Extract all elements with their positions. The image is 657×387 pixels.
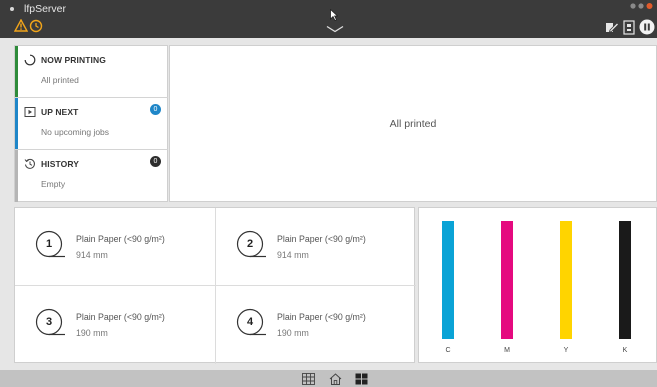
- menu-icon[interactable]: [9, 6, 15, 12]
- ink-label-magenta: M: [504, 347, 510, 354]
- media-panel: 1 Plain Paper (<90 g/m²) 914 mm 2 Plain …: [14, 207, 416, 364]
- slot-paper-name: Plain Paper (<90 g/m²): [76, 312, 165, 322]
- history-item[interactable]: HISTORY Empty 0: [15, 150, 168, 202]
- dashboard-icon[interactable]: [355, 373, 368, 385]
- chevron-down-icon[interactable]: [326, 25, 344, 33]
- media-slot-3[interactable]: 3 Plain Paper (<90 g/m²) 190 mm: [15, 286, 215, 364]
- up-next-status: No upcoming jobs: [41, 127, 110, 137]
- mouse-cursor-icon: [330, 9, 338, 21]
- ink-bar-yellow: [560, 221, 572, 339]
- history-label: HISTORY: [41, 159, 80, 169]
- slot-paper-size: 190 mm: [76, 328, 108, 338]
- history-icon: [24, 158, 35, 169]
- history-count-badge: 0: [150, 156, 161, 167]
- slot-number: 1: [45, 238, 53, 250]
- history-status: Empty: [41, 179, 66, 189]
- pause-icon[interactable]: [639, 19, 655, 35]
- slot-paper-name: Plain Paper (<90 g/m²): [277, 234, 366, 244]
- slot-number: 4: [246, 316, 254, 328]
- now-printing-accent: [15, 46, 18, 97]
- media-slot-1[interactable]: 1 Plain Paper (<90 g/m²) 914 mm: [15, 208, 215, 286]
- up-next-item[interactable]: UP NEXT No upcoming jobs 0: [15, 98, 168, 150]
- ink-panel[interactable]: C M Y K: [418, 207, 657, 363]
- up-next-count-badge: 0: [150, 104, 161, 115]
- edit-icon[interactable]: [604, 20, 619, 35]
- slot-number: 2: [246, 238, 254, 250]
- now-printing-label: NOW PRINTING: [41, 55, 106, 65]
- preview-message: All printed: [389, 118, 437, 130]
- grid-icon[interactable]: [302, 373, 315, 385]
- slot-number: 3: [45, 316, 53, 328]
- ink-bar-magenta: [501, 221, 513, 339]
- job-preview-panel: All printed: [169, 45, 657, 202]
- slot-paper-name: Plain Paper (<90 g/m²): [76, 234, 165, 244]
- media-slot-4[interactable]: 4 Plain Paper (<90 g/m²) 190 mm: [216, 286, 416, 364]
- ink-bar-black: [619, 221, 631, 339]
- ink-bar-cyan: [442, 221, 454, 339]
- window-controls-icon[interactable]: [630, 2, 654, 10]
- job-queue-panel: NOW PRINTING All printed UP NEXT No upco…: [14, 45, 168, 202]
- history-accent: [15, 150, 18, 202]
- home-icon[interactable]: [329, 373, 342, 385]
- media-slot-2[interactable]: 2 Plain Paper (<90 g/m²) 914 mm: [216, 208, 416, 286]
- output-bin-icon[interactable]: [623, 20, 635, 35]
- slot-paper-name: Plain Paper (<90 g/m²): [277, 312, 366, 322]
- slot-paper-size: 914 mm: [76, 250, 108, 260]
- ink-label-cyan: C: [445, 347, 451, 354]
- up-next-label: UP NEXT: [41, 107, 79, 117]
- queue-icon: [24, 107, 36, 117]
- slot-paper-size: 914 mm: [277, 250, 309, 260]
- warning-icon[interactable]: [14, 19, 28, 33]
- now-printing-item[interactable]: NOW PRINTING All printed: [15, 46, 168, 98]
- clock-icon[interactable]: [29, 19, 43, 33]
- ink-label-black: K: [622, 347, 628, 354]
- up-next-accent: [15, 98, 18, 149]
- slot-paper-size: 190 mm: [277, 328, 309, 338]
- ink-label-yellow: Y: [563, 347, 569, 354]
- window-title: lfpServer: [24, 3, 67, 15]
- now-printing-status: All printed: [41, 75, 79, 85]
- title-bar: lfpServer: [0, 0, 657, 38]
- spinner-icon: [24, 54, 36, 66]
